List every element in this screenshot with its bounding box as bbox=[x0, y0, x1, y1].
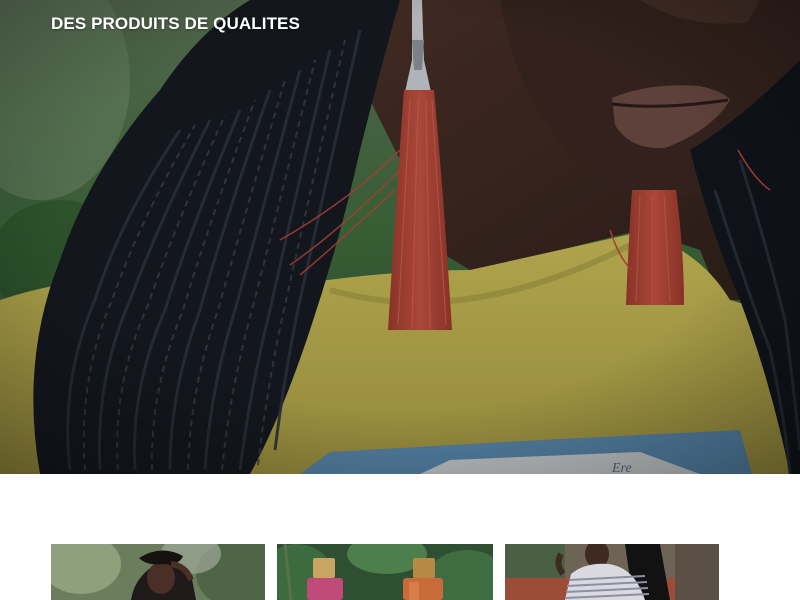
product-photo-perfume-bottles bbox=[277, 544, 493, 600]
product-card-perfume-bottles[interactable] bbox=[277, 544, 493, 600]
hero-photo: Ere bbox=[0, 0, 800, 474]
hero-title: DES PRODUITS DE QUALITES bbox=[51, 14, 300, 33]
hero-banner: Ere bbox=[0, 0, 800, 474]
product-photo-woman-foliage bbox=[51, 544, 265, 600]
page: Ere bbox=[0, 0, 800, 600]
product-card-woman-striped-shirt[interactable] bbox=[505, 544, 719, 600]
product-photo-woman-striped-shirt bbox=[505, 544, 719, 600]
product-card-woman-foliage[interactable] bbox=[51, 544, 265, 600]
